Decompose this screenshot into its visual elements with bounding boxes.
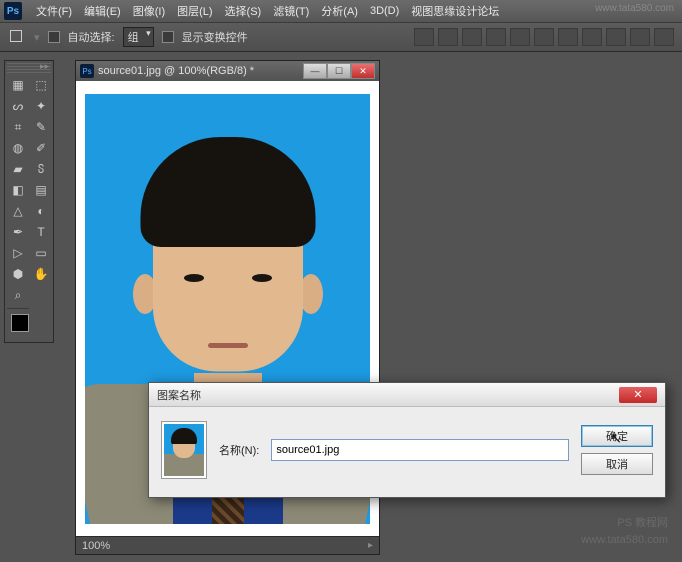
history-tool[interactable]: ჽ <box>30 159 52 179</box>
menu-select[interactable]: 选择(S) <box>219 3 268 19</box>
grad-tool[interactable]: ▤ <box>30 180 52 200</box>
menu-filter[interactable]: 滤镜(T) <box>267 3 315 19</box>
workspace: ▦⬚ᔕ✦⌗✎◍✐▰ჽ◧▤△◐✒T▷▭⬢✋⌕ Ps source01.jpg @ … <box>0 52 682 562</box>
pattern-thumbnail <box>161 421 207 479</box>
cancel-button[interactable]: 取消 <box>581 453 653 475</box>
blur-tool[interactable]: △ <box>7 201 29 221</box>
eyedrop-tool[interactable]: ✎ <box>30 117 52 137</box>
distribute-icon[interactable] <box>582 28 602 46</box>
document-title: source01.jpg @ 100%(RGB/8) * <box>98 65 254 77</box>
dodge-tool[interactable]: ◐ <box>30 201 52 221</box>
menu-bar: Ps 文件(F) 编辑(E) 图像(I) 图层(L) 选择(S) 滤镜(T) 分… <box>0 0 682 22</box>
lasso-tool[interactable]: ᔕ <box>7 96 29 116</box>
pen-tool[interactable]: ✒ <box>7 222 29 242</box>
menu-file[interactable]: 文件(F) <box>30 3 78 19</box>
move-tool[interactable]: ▦ <box>7 75 29 95</box>
menu-layer[interactable]: 图层(L) <box>171 3 218 19</box>
menu-analysis[interactable]: 分析(A) <box>315 3 364 19</box>
zoom-tool[interactable]: ⌕ <box>7 285 29 305</box>
align-icon[interactable] <box>534 28 554 46</box>
options-bar: ▾ 自动选择: 组 显示变换控件 <box>0 22 682 52</box>
ok-button[interactable]: 确定 <box>581 425 653 447</box>
show-transform-checkbox[interactable] <box>162 31 174 43</box>
stamp-tool[interactable]: ▰ <box>7 159 29 179</box>
type-tool[interactable]: T <box>30 222 52 242</box>
shape-tool[interactable]: ▭ <box>30 243 52 263</box>
footer-watermark: PS 教程网 www.tata580.com <box>581 515 668 550</box>
distribute-icon[interactable] <box>606 28 626 46</box>
eraser-tool[interactable]: ◧ <box>7 180 29 200</box>
threeD-tool[interactable]: ⬢ <box>7 264 29 284</box>
ps-icon: Ps <box>80 64 94 78</box>
wand-tool[interactable]: ✦ <box>30 96 52 116</box>
path-tool[interactable]: ▷ <box>7 243 29 263</box>
menu-image[interactable]: 图像(I) <box>127 3 171 19</box>
dialog-titlebar[interactable]: 图案名称 ✕ <box>149 383 665 407</box>
hand-tool[interactable]: ✋ <box>30 264 52 284</box>
maximize-button[interactable]: ☐ <box>327 63 351 79</box>
auto-select-dropdown[interactable]: 组 <box>123 27 154 47</box>
name-label: 名称(N): <box>219 442 259 458</box>
minimize-button[interactable]: — <box>303 63 327 79</box>
distribute-icon[interactable] <box>630 28 650 46</box>
toolbox: ▦⬚ᔕ✦⌗✎◍✐▰ჽ◧▤△◐✒T▷▭⬢✋⌕ <box>4 60 54 343</box>
marquee-tool[interactable]: ⬚ <box>30 75 52 95</box>
watermark-url: www.tata580.com <box>595 3 674 14</box>
auto-select-checkbox[interactable] <box>48 31 60 43</box>
menu-edit[interactable]: 编辑(E) <box>78 3 127 19</box>
app-logo: Ps <box>4 2 22 20</box>
align-icon[interactable] <box>438 28 458 46</box>
color-swatches[interactable] <box>7 312 52 340</box>
zoom-level[interactable]: 100% <box>82 540 110 552</box>
show-transform-label: 显示变换控件 <box>182 29 248 45</box>
align-icon[interactable] <box>414 28 434 46</box>
menu-3d[interactable]: 3D(D) <box>364 5 405 17</box>
auto-select-label: 自动选择: <box>68 29 115 45</box>
distribute-icon[interactable] <box>558 28 578 46</box>
brush-tool[interactable]: ✐ <box>30 138 52 158</box>
menu-view[interactable]: 视图思缘设计论坛 <box>405 3 505 19</box>
tool-separator <box>7 308 29 309</box>
dialog-close-button[interactable]: ✕ <box>619 387 657 403</box>
pattern-name-dialog: 图案名称 ✕ 名称(N): 确定 取消 <box>148 382 666 498</box>
align-icon[interactable] <box>462 28 482 46</box>
document-titlebar[interactable]: Ps source01.jpg @ 100%(RGB/8) * — ☐ ✕ <box>76 61 379 81</box>
name-input[interactable] <box>271 439 569 461</box>
align-icon[interactable] <box>486 28 506 46</box>
status-bar: 100% <box>76 536 379 554</box>
heal-tool[interactable]: ◍ <box>7 138 29 158</box>
dialog-title: 图案名称 <box>157 387 201 403</box>
distribute-icon[interactable] <box>654 28 674 46</box>
crop-tool[interactable]: ⌗ <box>7 117 29 137</box>
close-button[interactable]: ✕ <box>351 63 375 79</box>
toolbox-grip[interactable] <box>7 63 51 73</box>
align-icon[interactable] <box>510 28 530 46</box>
move-tool-icon[interactable] <box>8 28 26 46</box>
